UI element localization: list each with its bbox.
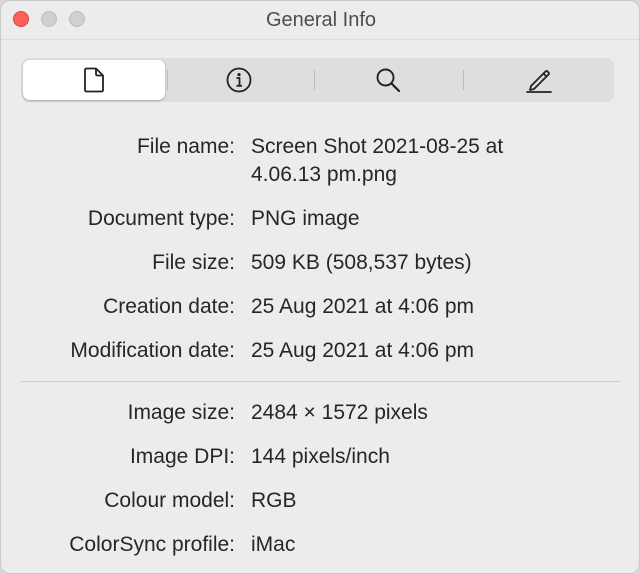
row-value: iMac — [251, 533, 296, 556]
window-title: General Info — [265, 9, 377, 31]
pencil-icon — [525, 67, 553, 93]
title-bar: General Info — [1, 1, 639, 40]
row-label: Image DPI: — [129, 445, 235, 468]
info-icon — [226, 67, 252, 93]
tab-keywords[interactable] — [314, 58, 462, 102]
row-label: File size: — [152, 251, 235, 274]
row-value: 25 Aug 2021 at 4:06 pm — [251, 339, 475, 362]
row-label: Document type: — [87, 207, 235, 230]
tab-divider — [463, 70, 464, 90]
row-value: 144 pixels/inch — [251, 445, 390, 468]
search-icon — [375, 67, 401, 93]
row-label: File name: — [136, 135, 235, 158]
row-value: 509 KB (508,537 bytes) — [251, 251, 472, 274]
row-label: Creation date: — [103, 295, 235, 318]
row-value: 25 Aug 2021 at 4:06 pm — [251, 295, 475, 318]
row-value: Screen Shot 2021-08-25 at 4.06.13 pm.png — [251, 135, 504, 186]
tab-general-info[interactable] — [23, 60, 165, 100]
inspector-tab-bar — [21, 58, 614, 102]
row-label: Modification date: — [70, 339, 235, 362]
row-label: Colour model: — [104, 489, 235, 512]
tab-more-info[interactable] — [165, 58, 313, 102]
row-label: ColorSync profile: — [69, 533, 235, 556]
row-value: PNG image — [251, 207, 360, 230]
general-info-window: General Info File name: Screen Shot 2021… — [0, 0, 640, 574]
tab-annotations[interactable] — [465, 58, 613, 102]
row-label: Image size: — [127, 401, 235, 424]
section-divider — [21, 381, 621, 382]
document-icon — [83, 67, 105, 93]
row-value: 2484 × 1572 pixels — [251, 401, 428, 424]
row-value: RGB — [251, 489, 297, 512]
